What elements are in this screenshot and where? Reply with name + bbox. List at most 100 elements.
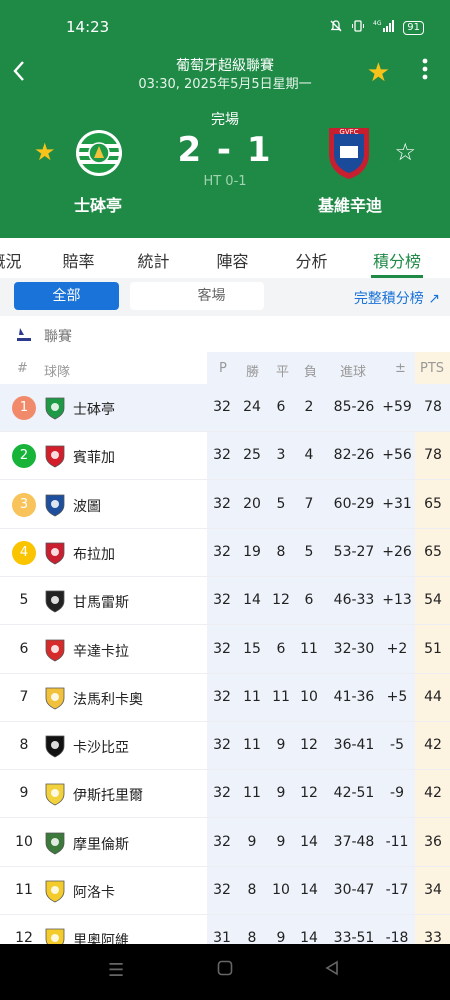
team-name[interactable]: 波圖: [73, 496, 101, 516]
cell-pts: 78: [424, 447, 442, 464]
cell-w: 24: [243, 399, 261, 415]
rank-badge: 4: [12, 540, 36, 565]
league-section-label: 聯賽: [44, 329, 72, 345]
cell-pts: 42: [424, 737, 442, 754]
table-row[interactable]: 1 士砵亭 32 24 6 2 85-26 +59 78: [0, 384, 450, 432]
team-name[interactable]: 摩里倫斯: [73, 834, 129, 854]
table-row[interactable]: 5 甘馬雷斯 32 14 12 6 46-33 +13 54: [0, 577, 450, 626]
cell-w: 25: [243, 447, 261, 464]
tab-analysis[interactable]: 分析: [294, 238, 329, 278]
home-team-name[interactable]: 士砵亭: [48, 192, 148, 216]
cell-goals: 41-36: [333, 688, 375, 705]
cell-pts: 42: [424, 785, 442, 802]
cell-gd: +31: [382, 495, 412, 512]
table-row[interactable]: 7 法馬利卡奧 32 11 11 10 41-36 +5 44: [0, 674, 450, 722]
table-row[interactable]: 9 伊斯托里爾 32 11 9 12 42-51 -9 42: [0, 770, 450, 819]
tab-standings[interactable]: 積分榜: [371, 238, 423, 278]
cell-gd: +56: [382, 447, 412, 464]
header-goals: 進球: [340, 365, 367, 380]
team-name[interactable]: 伊斯托里爾: [73, 785, 143, 805]
battery-icon: 91: [403, 20, 424, 35]
table-row[interactable]: 4 布拉加 32 19 8 5 53-27 +26 65: [0, 529, 450, 577]
cell-w: 9: [247, 833, 257, 850]
team-name[interactable]: 卡沙比亞: [73, 737, 129, 757]
cell-goals: 85-26: [333, 399, 375, 415]
system-nav-bar: ☰: [0, 944, 450, 1000]
vibrate-icon: [351, 19, 365, 36]
cell-w: 11: [243, 737, 261, 754]
home-icon[interactable]: [217, 960, 233, 981]
table-row[interactable]: 6 辛達卡拉 32 15 6 11 32-30 +2 51: [0, 626, 450, 674]
header-played: P: [219, 361, 227, 376]
team-crest-icon: [44, 396, 66, 420]
team-crest-icon: [44, 831, 66, 855]
team-name[interactable]: 甘馬雷斯: [73, 592, 129, 612]
cell-p: 32: [213, 737, 231, 754]
team-name[interactable]: 辛達卡拉: [73, 641, 129, 661]
tab-overview[interactable]: 概況: [0, 238, 23, 278]
status-bar: 14:23 4G 91: [0, 0, 450, 50]
team-name[interactable]: 法馬利卡奧: [73, 689, 143, 709]
back-nav-icon[interactable]: [324, 960, 340, 981]
cell-gd: -11: [385, 833, 409, 850]
cell-pts: 78: [424, 399, 442, 415]
cell-goals: 82-26: [333, 447, 375, 464]
cell-l: 14: [300, 882, 318, 898]
tab-lineup[interactable]: 陣容: [215, 238, 250, 278]
team-name[interactable]: 賓菲加: [73, 447, 115, 467]
cell-w: 8: [247, 882, 257, 898]
cell-d: 6: [276, 640, 286, 657]
table-row[interactable]: 2 賓菲加 32 25 3 4 82-26 +56 78: [0, 432, 450, 481]
cell-pts: 51: [424, 640, 442, 657]
table-row[interactable]: 3 波圖 32 20 5 7 60-29 +31 65: [0, 481, 450, 529]
cell-goals: 36-41: [333, 737, 375, 754]
cell-p: 32: [213, 495, 231, 512]
cell-d: 5: [276, 495, 286, 512]
away-team-name[interactable]: 基維辛迪: [300, 192, 400, 216]
away-favorite-star-icon[interactable]: ☆: [394, 138, 416, 166]
cell-gd: +2: [386, 640, 408, 657]
cell-l: 2: [304, 399, 314, 415]
cell-p: 32: [213, 543, 231, 560]
cell-d: 11: [272, 688, 290, 705]
svg-text:GVFC: GVFC: [339, 128, 358, 136]
team-name[interactable]: 士砵亭: [73, 399, 115, 419]
full-standings-link[interactable]: 完整積分榜 ↗: [354, 288, 440, 308]
header-goal-diff: ±: [395, 361, 406, 376]
rank-number: 8: [19, 737, 29, 754]
tab-odds[interactable]: 賠率: [61, 238, 96, 278]
cell-l: 10: [300, 688, 318, 705]
cell-goals: 30-47: [333, 882, 375, 898]
table-row[interactable]: 8 卡沙比亞 32 11 9 12 36-41 -5 42: [0, 722, 450, 771]
cell-d: 3: [276, 447, 286, 464]
header-rank: #: [17, 361, 28, 376]
filter-all-button[interactable]: 全部: [14, 282, 119, 310]
table-row[interactable]: 11 阿洛卡 32 8 10 14 30-47 -17 34: [0, 867, 450, 915]
cell-gd: -17: [385, 882, 409, 898]
more-menu-icon[interactable]: [422, 58, 428, 86]
cell-p: 32: [213, 399, 231, 415]
table-row[interactable]: 10 摩里倫斯 32 9 9 14 37-48 -11 36: [0, 819, 450, 867]
header-points: PTS: [420, 361, 445, 376]
team-crest-icon: [44, 782, 66, 806]
team-crest-icon: [44, 493, 66, 517]
cell-gd: +13: [382, 592, 412, 609]
cell-w: 11: [243, 688, 261, 705]
cell-gd: +5: [386, 688, 408, 705]
cell-pts: 34: [424, 882, 442, 898]
cell-l: 12: [300, 737, 318, 754]
filter-away-button[interactable]: 客場: [159, 282, 264, 310]
team-name[interactable]: 阿洛卡: [73, 882, 115, 902]
favorite-star-icon[interactable]: ★: [367, 58, 390, 88]
cell-pts: 65: [424, 495, 442, 512]
standings-filters: 全部 主場 客場 完整積分榜 ↗: [0, 278, 450, 316]
standings-table-header: # 球隊 P 勝 平 負 進球 ± PTS: [0, 352, 450, 384]
cell-w: 14: [243, 592, 261, 609]
team-name[interactable]: 布拉加: [73, 544, 115, 564]
recent-apps-icon[interactable]: ☰: [108, 960, 124, 981]
cell-d: 6: [276, 399, 286, 415]
cell-w: 19: [243, 543, 261, 560]
cell-p: 32: [213, 592, 231, 609]
tab-stats[interactable]: 統計: [136, 238, 171, 278]
cell-p: 32: [213, 447, 231, 464]
